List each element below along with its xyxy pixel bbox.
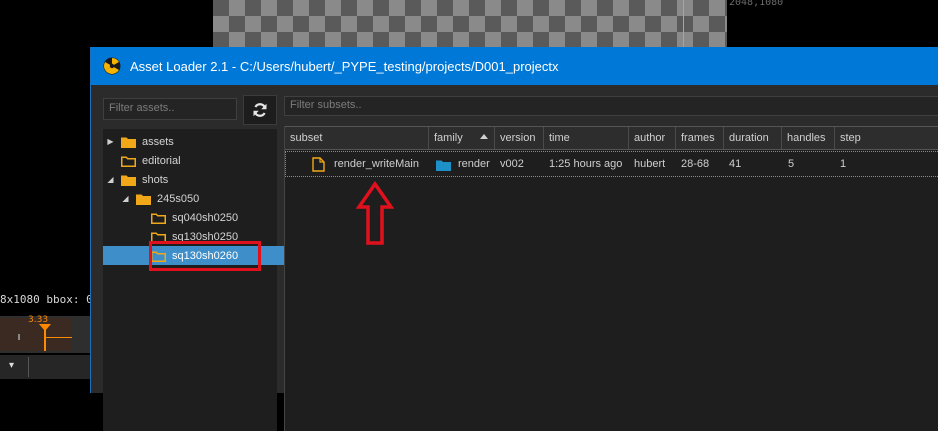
- tree-item-label: editorial: [142, 154, 181, 167]
- tree-item-label: 245s050: [157, 192, 200, 205]
- cell-version: v002: [500, 158, 524, 170]
- collapse-arrow-icon[interactable]: ◢: [121, 194, 130, 203]
- column-header-version[interactable]: version: [495, 127, 544, 149]
- cell-author: hubert: [634, 158, 666, 170]
- collapse-arrow-icon[interactable]: ◢: [106, 175, 115, 184]
- viewer-resolution-label: 2048,1080: [729, 0, 784, 8]
- viewer-bottom-toolbar: ▾: [0, 355, 91, 379]
- tree-item-assets[interactable]: ▶ assets: [103, 132, 280, 151]
- title-bar[interactable]: Asset Loader 2.1 - C:/Users/hubert/_PYPE…: [91, 47, 938, 85]
- app-logo-icon: [103, 57, 121, 75]
- cell-frames: 28-68: [681, 158, 710, 170]
- family-folder-icon: [436, 160, 451, 171]
- dialog-content: Filter assets.. ▶ assets editorial ◢ sho…: [91, 85, 938, 431]
- filter-subsets-input[interactable]: Filter subsets..: [284, 96, 938, 116]
- cell-time: 1:25 hours ago: [549, 158, 623, 170]
- toolbar-separator: [28, 357, 29, 377]
- tree-item-245s050[interactable]: ◢ 245s050: [103, 189, 295, 208]
- tree-item-label: sq040sh0250: [172, 211, 239, 224]
- folder-outline-icon: [151, 213, 166, 224]
- viewer-checkerboard: [213, 0, 727, 48]
- folder-filled-icon: [121, 175, 136, 186]
- timeline-in-out-line: [44, 337, 72, 338]
- viewer-marker-line: [683, 0, 684, 48]
- timeline[interactable]: 3.33: [0, 315, 91, 353]
- tree-item-shots[interactable]: ◢ shots: [103, 170, 280, 189]
- filter-assets-input[interactable]: Filter assets..: [103, 98, 237, 120]
- subsets-table[interactable]: subset family version time author frames…: [284, 126, 938, 431]
- expand-arrow-icon[interactable]: ▶: [106, 137, 115, 146]
- sort-ascending-icon: [480, 134, 488, 139]
- annotation-highlight-box: [149, 241, 261, 271]
- column-header-handles[interactable]: handles: [782, 127, 835, 149]
- dropdown-arrow-icon[interactable]: ▾: [9, 360, 14, 371]
- column-header-duration[interactable]: duration: [724, 127, 782, 149]
- assets-tree[interactable]: ▶ assets editorial ◢ shots ◢ 245s050 sq0…: [103, 129, 310, 431]
- viewer-info-text: 8x1080 bbox: 0: [0, 293, 93, 306]
- column-header-step[interactable]: step: [835, 127, 938, 149]
- table-header: subset family version time author frames…: [285, 126, 938, 150]
- annotation-up-arrow-icon: [356, 181, 394, 245]
- cell-family: render: [458, 158, 490, 170]
- tree-item-label: shots: [142, 173, 169, 186]
- file-icon: [312, 157, 325, 172]
- column-header-author[interactable]: author: [629, 127, 676, 149]
- refresh-button[interactable]: [243, 95, 277, 125]
- column-header-subset[interactable]: subset: [285, 127, 429, 149]
- window-title: Asset Loader 2.1 - C:/Users/hubert/_PYPE…: [130, 58, 559, 74]
- asset-loader-window: Asset Loader 2.1 - C:/Users/hubert/_PYPE…: [90, 47, 938, 431]
- column-header-time[interactable]: time: [544, 127, 629, 149]
- table-row[interactable]: render_writeMain render v002 1:25 hours …: [285, 151, 938, 177]
- folder-filled-icon: [136, 194, 151, 205]
- cell-duration: 41: [729, 158, 742, 170]
- playhead-line: [44, 326, 46, 351]
- cell-handles: 5: [788, 158, 795, 170]
- cell-step: 1: [840, 158, 847, 170]
- tree-item-label: assets: [142, 135, 174, 148]
- folder-outline-icon: [121, 156, 136, 167]
- folder-filled-icon: [121, 137, 136, 148]
- column-header-label: family: [434, 132, 463, 144]
- refresh-icon: [253, 103, 267, 117]
- timeline-tick: [18, 334, 20, 340]
- tree-item-editorial[interactable]: editorial: [103, 151, 280, 170]
- column-header-frames[interactable]: frames: [676, 127, 724, 149]
- tree-item-sq040sh0250[interactable]: sq040sh0250: [103, 208, 310, 227]
- column-header-family[interactable]: family: [429, 127, 495, 149]
- cell-subset: render_writeMain: [334, 158, 419, 170]
